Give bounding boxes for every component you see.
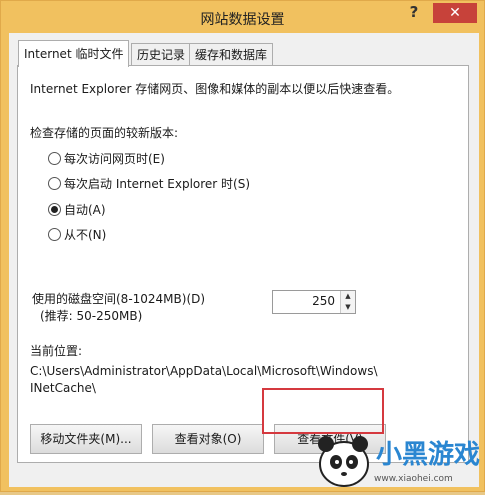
move-folder-button[interactable]: 移动文件夹(M)... [30, 424, 142, 454]
radio-automatic[interactable] [48, 203, 61, 216]
watermark-logo: 小黑游戏 www.xiaohei.com [296, 424, 484, 492]
spin-up-icon[interactable]: ▲ [341, 291, 355, 302]
spinner-buttons: ▲ ▼ [340, 291, 355, 313]
disk-space-value[interactable]: 250 [312, 294, 335, 308]
title-bar: 网站数据设置 ? ✕ [1, 1, 484, 33]
spin-down-icon[interactable]: ▼ [341, 302, 355, 313]
description-text: Internet Explorer 存储网页、图像和媒体的副本以便以后快速查看。 [30, 82, 400, 96]
disk-space-label: 使用的磁盘空间(8-1024MB)(D) [32, 292, 206, 306]
tab-internet-temp-files[interactable]: Internet 临时文件 [18, 40, 130, 67]
tab-cache-database[interactable]: 缓存和数据库 [189, 43, 274, 66]
radio-automatic-label: 自动(A) [64, 203, 106, 217]
location-path-line1: C:\Users\Administrator\AppData\Local\Mic… [30, 364, 378, 378]
location-path-line2: INetCache\ [30, 381, 96, 395]
help-button[interactable]: ? [403, 3, 425, 25]
view-objects-button[interactable]: 查看对象(O) [152, 424, 264, 454]
radio-every-visit-label: 每次访问网页时(E) [64, 152, 165, 166]
dialog-window: 网站数据设置 ? ✕ Internet 临时文件 历史记录 缓存和数据库 Int… [0, 0, 485, 492]
disk-space-hint: (推荐: 50-250MB) [40, 309, 143, 323]
radio-every-start[interactable] [48, 177, 61, 190]
watermark-url: www.xiaohei.com [374, 474, 453, 484]
radio-every-start-label: 每次启动 Internet Explorer 时(S) [64, 177, 251, 191]
radio-never-label: 从不(N) [64, 228, 107, 242]
close-button[interactable]: ✕ [433, 3, 477, 23]
location-label: 当前位置: [30, 344, 83, 358]
tab-panel: Internet Explorer 存储网页、图像和媒体的副本以便以后快速查看。… [17, 65, 469, 463]
disk-space-spinner[interactable]: 250 ▲ ▼ [272, 290, 356, 314]
dialog-client: Internet 临时文件 历史记录 缓存和数据库 Internet Explo… [9, 33, 479, 487]
radio-every-visit[interactable] [48, 152, 61, 165]
watermark-brand: 小黑游戏 [376, 440, 481, 470]
tab-history[interactable]: 历史记录 [131, 43, 192, 66]
check-newer-label: 检查存储的页面的较新版本: [30, 126, 179, 140]
radio-never[interactable] [48, 228, 61, 241]
